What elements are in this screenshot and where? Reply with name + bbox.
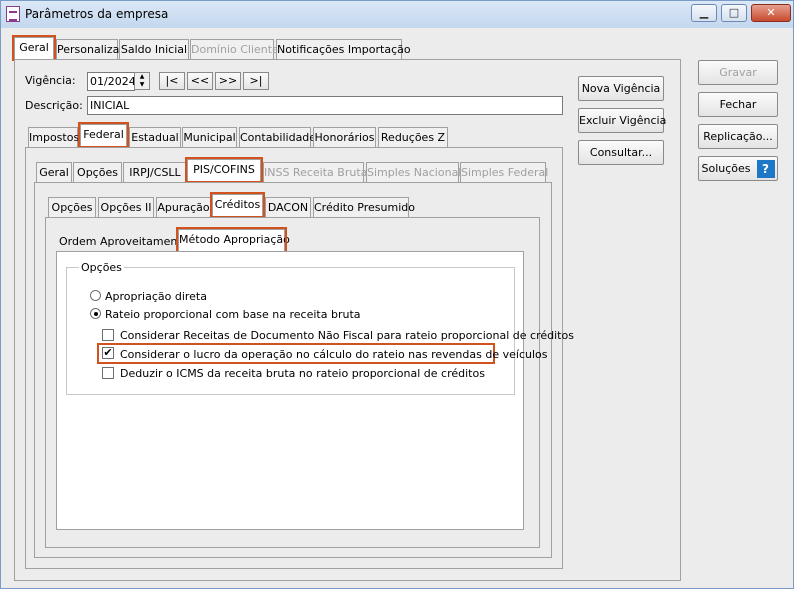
vigencia-spinner[interactable]: ▲ ▼ bbox=[134, 72, 150, 90]
vigencia-label: Vigência: bbox=[25, 74, 76, 87]
excluir-vigencia-button[interactable]: Excluir Vigência bbox=[578, 108, 666, 133]
tab-estadual[interactable]: Estadual bbox=[129, 127, 181, 147]
next-button[interactable]: >> bbox=[215, 72, 241, 90]
tab-opcoes-federal[interactable]: Opções bbox=[73, 162, 122, 182]
maximize-button[interactable]: □ bbox=[721, 4, 747, 22]
tab-inss-receita-bruta[interactable]: INSS Receita Bruta bbox=[263, 162, 367, 182]
tab-geral[interactable]: Geral bbox=[12, 35, 56, 61]
nova-vigencia-button[interactable]: Nova Vigência bbox=[578, 76, 664, 101]
descricao-input[interactable]: INICIAL bbox=[87, 96, 563, 115]
deduzir-icms-label: Deduzir o ICMS da receita bruta no ratei… bbox=[120, 367, 485, 380]
tab-municipal[interactable]: Municipal bbox=[182, 127, 237, 147]
first-button[interactable]: |< bbox=[159, 72, 185, 90]
rateio-proporcional-radio[interactable] bbox=[90, 308, 101, 319]
spin-down-icon[interactable]: ▼ bbox=[135, 81, 149, 89]
minimize-button[interactable]: ▁ bbox=[691, 4, 717, 22]
main-window: Parâmetros da empresa ▁ □ ✕ Geral Person… bbox=[0, 0, 794, 589]
tab-notificacoes-importacao[interactable]: Notificações Importação bbox=[276, 39, 411, 59]
minimize-icon: ▁ bbox=[699, 6, 709, 19]
apropriacao-direta-radio[interactable] bbox=[90, 290, 101, 301]
lucro-operacao-label: Considerar o lucro da operação no cálcul… bbox=[120, 348, 548, 361]
tab-irpj-csll[interactable]: IRPJ/CSLL bbox=[123, 162, 187, 182]
close-icon: ✕ bbox=[766, 6, 776, 19]
tab-saldo-inicial[interactable]: Saldo Inicial bbox=[119, 39, 189, 59]
tab-honorarios[interactable]: Honorários bbox=[313, 127, 376, 147]
tab-simples-nacional[interactable]: Simples Nacional bbox=[366, 162, 461, 182]
tab-ordem-aproveitamento[interactable]: Ordem Aproveitamento bbox=[59, 232, 188, 252]
receitas-nao-fiscal-label: Considerar Receitas de Documento Não Fis… bbox=[120, 329, 574, 342]
tab-geral-federal[interactable]: Geral bbox=[36, 162, 72, 182]
tab-reducoes-z[interactable]: Reduções Z bbox=[378, 127, 448, 147]
gravar-button[interactable]: Gravar bbox=[698, 60, 778, 85]
tab-contabilidade[interactable]: Contabilidade bbox=[239, 127, 316, 147]
descricao-label: Descrição: bbox=[25, 99, 83, 112]
maximize-icon: □ bbox=[728, 6, 740, 19]
deduzir-icms-checkbox[interactable] bbox=[102, 367, 114, 379]
tab-personaliza[interactable]: Personaliza bbox=[56, 39, 119, 59]
tab-dominio-cliente[interactable]: Domínio Cliente bbox=[190, 39, 279, 59]
tab-apuracao[interactable]: Apuração bbox=[156, 197, 211, 217]
tab-pis-cofins[interactable]: PIS/COFINS bbox=[185, 157, 263, 183]
close-button[interactable]: ✕ bbox=[751, 4, 791, 22]
tab-dacon[interactable]: DACON bbox=[265, 197, 311, 217]
tab-federal[interactable]: Federal bbox=[78, 122, 129, 148]
lucro-operacao-checkbox[interactable]: ✔ bbox=[102, 347, 114, 359]
tab-metodo-apropriacao[interactable]: Método Apropriação bbox=[176, 227, 290, 253]
receitas-nao-fiscal-checkbox[interactable] bbox=[102, 329, 114, 341]
replicacao-button[interactable]: Replicação... bbox=[698, 124, 778, 149]
apropriacao-direta-label: Apropriação direta bbox=[105, 290, 207, 303]
previous-button[interactable]: << bbox=[187, 72, 213, 90]
tab-creditos[interactable]: Créditos bbox=[210, 192, 265, 218]
title-bar: Parâmetros da empresa ▁ □ ✕ bbox=[1, 1, 793, 28]
tab-opcoes[interactable]: Opções bbox=[48, 197, 96, 217]
spin-up-icon[interactable]: ▲ bbox=[135, 73, 149, 81]
tab-impostos[interactable]: Impostos bbox=[28, 127, 79, 147]
help-icon: ? bbox=[756, 160, 775, 178]
rateio-proporcional-label: Rateio proporcional com base na receita … bbox=[105, 308, 361, 321]
last-button[interactable]: >| bbox=[243, 72, 269, 90]
tab-credito-presumido[interactable]: Crédito Presumido bbox=[313, 197, 415, 217]
tab-simples-federal[interactable]: Simples Federal bbox=[460, 162, 548, 182]
vigencia-input[interactable]: 01/2024 bbox=[87, 72, 136, 91]
opcoes-group-label: Opções bbox=[79, 261, 124, 274]
consultar-button[interactable]: Consultar... bbox=[578, 140, 664, 165]
fechar-button[interactable]: Fechar bbox=[698, 92, 778, 117]
window-title: Parâmetros da empresa bbox=[25, 7, 169, 21]
solucoes-label: Soluções bbox=[701, 162, 751, 175]
solucoes-button[interactable]: Soluções? bbox=[698, 156, 778, 181]
tab-opcoes-ii[interactable]: Opções II bbox=[98, 197, 154, 217]
app-icon bbox=[6, 6, 20, 22]
